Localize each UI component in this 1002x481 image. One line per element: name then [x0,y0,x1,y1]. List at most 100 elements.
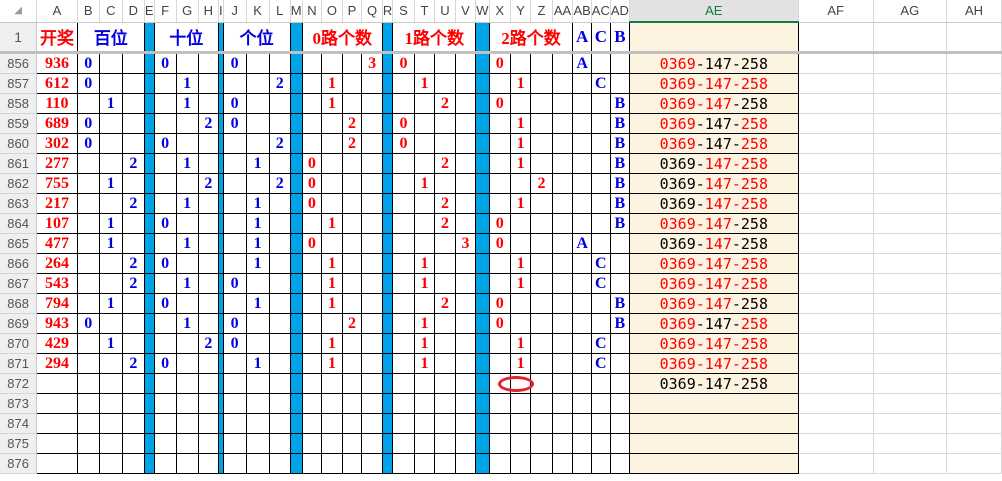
cell[interactable] [434,273,456,294]
column-header-d[interactable]: D [122,0,145,23]
cell[interactable] [530,293,553,314]
cell[interactable] [434,433,456,454]
column-header-n[interactable]: N [302,0,323,23]
cell[interactable] [222,433,247,454]
cell[interactable] [392,413,415,434]
cell[interactable] [798,453,874,474]
cell[interactable] [590,52,611,74]
cell[interactable]: 0 [222,313,247,334]
cell[interactable] [268,313,291,334]
cell[interactable] [153,373,177,394]
row-header[interactable]: 874 [0,413,38,434]
column-header-c[interactable]: C [99,0,123,23]
cell[interactable] [798,433,874,454]
row-header[interactable]: 864 [0,213,38,234]
kaijiang-cell[interactable] [36,393,78,414]
cell[interactable] [488,393,511,414]
spreadsheet-grid[interactable]: ◢ A B C D E F G H I J K L M N O P Q R S T U V W X Y Z AA AB AC AD AE AF… [0,0,1002,474]
column-header-h[interactable]: H [198,0,219,23]
cell[interactable] [301,293,323,314]
cell[interactable] [551,433,574,454]
cell[interactable] [509,313,532,334]
kaijiang-cell[interactable] [36,373,78,394]
ae-cell[interactable]: 0369-147-258 [628,353,799,374]
cell[interactable] [121,293,145,314]
cell[interactable] [197,193,219,214]
cell[interactable] [488,433,511,454]
cell[interactable] [341,293,363,314]
cell[interactable] [873,133,947,154]
column-header-f[interactable]: F [154,0,177,23]
cell[interactable] [946,22,1002,54]
cell[interactable] [76,173,100,194]
cell[interactable] [392,233,415,254]
cell[interactable] [245,433,270,454]
cell[interactable] [301,213,323,234]
cell[interactable] [321,173,343,194]
cell[interactable] [392,193,415,214]
cell[interactable] [551,193,574,214]
cell[interactable] [392,153,415,174]
cell[interactable] [434,73,456,94]
cell[interactable] [392,73,415,94]
bai-header[interactable]: 百位 [76,21,145,54]
cell[interactable] [946,353,1002,374]
cell[interactable] [121,93,145,114]
cell[interactable] [873,73,947,94]
cell[interactable] [245,273,270,294]
cell[interactable] [454,253,477,274]
row-header[interactable]: 869 [0,313,38,334]
row-header[interactable]: 856 [0,52,38,74]
cell[interactable]: 0 [392,113,415,134]
cell[interactable]: 1 [98,293,123,314]
cell[interactable] [873,313,947,334]
cell[interactable] [76,153,100,174]
cell[interactable]: 0 [76,113,100,134]
ae-cell[interactable] [628,413,799,434]
cell[interactable]: 2 [268,133,291,154]
cell[interactable] [413,133,436,154]
cell[interactable] [268,413,291,434]
cell[interactable]: 1 [321,93,343,114]
cell[interactable]: 0 [153,293,177,314]
cell[interactable] [946,113,1002,134]
cell[interactable] [572,113,592,134]
cell[interactable] [798,313,874,334]
row-header[interactable]: 865 [0,233,38,254]
cell[interactable] [392,313,415,334]
cell[interactable] [392,453,415,474]
cell[interactable] [590,393,611,414]
cell[interactable] [175,353,199,374]
cell[interactable] [98,153,123,174]
cell[interactable] [798,253,874,274]
cell[interactable] [413,413,436,434]
cell[interactable]: 1 [98,213,123,234]
cell[interactable] [392,433,415,454]
cell[interactable] [245,52,270,74]
cell[interactable]: 1 [509,193,532,214]
cell[interactable]: 1 [245,233,270,254]
cell[interactable] [551,233,574,254]
cell[interactable] [245,73,270,94]
cell[interactable] [509,293,532,314]
cell[interactable] [530,353,553,374]
cell[interactable] [392,393,415,414]
cell[interactable] [946,453,1002,474]
cell[interactable] [590,153,611,174]
cell[interactable] [361,133,383,154]
cell[interactable] [572,293,592,314]
cell[interactable] [153,433,177,454]
cell[interactable]: 1 [509,333,532,354]
cell[interactable] [361,193,383,214]
kaijiang-cell[interactable] [36,433,78,454]
cell[interactable] [321,313,343,334]
cell[interactable]: B [609,153,630,174]
ae-cell[interactable]: 0369-147-258 [628,293,799,314]
cell[interactable] [590,113,611,134]
cell[interactable] [530,133,553,154]
cell[interactable] [413,293,436,314]
cell[interactable] [798,193,874,214]
cell[interactable] [76,413,100,434]
cell[interactable] [551,273,574,294]
cell[interactable] [222,193,247,214]
